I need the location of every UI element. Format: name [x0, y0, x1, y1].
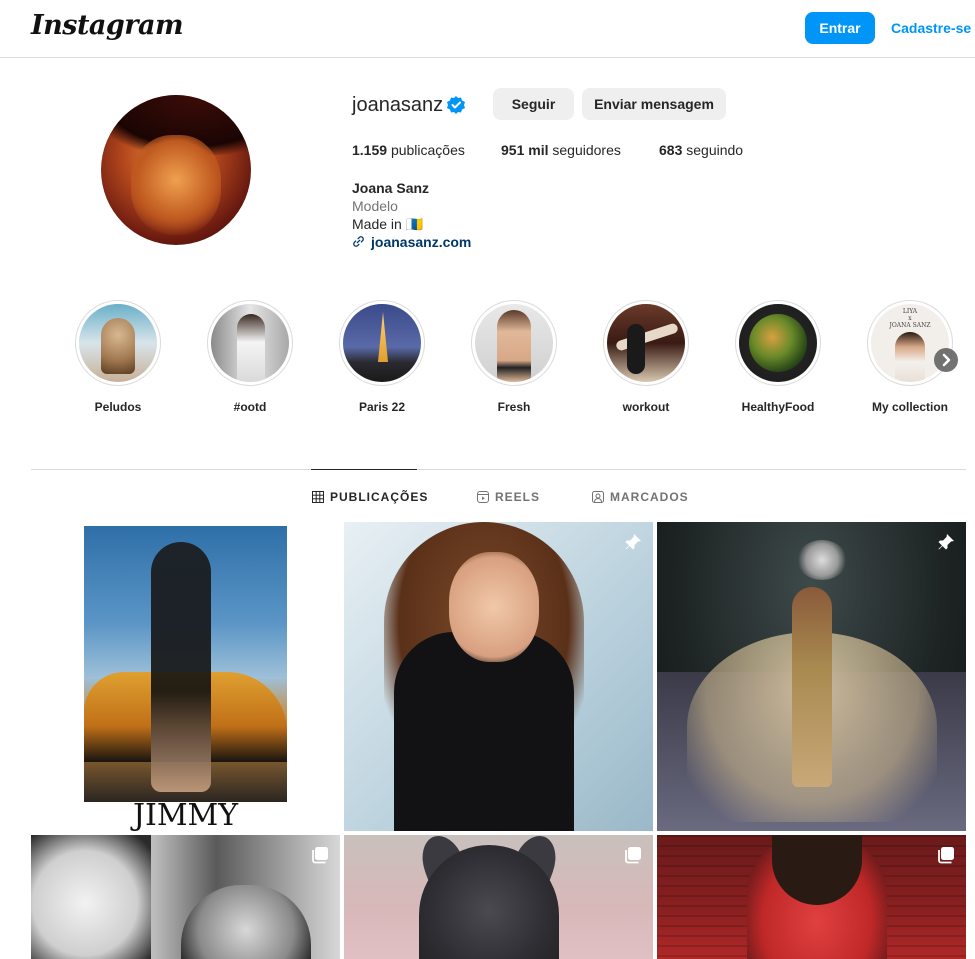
- carousel-icon: [938, 847, 954, 864]
- followers-count: 951 mil: [501, 142, 549, 158]
- highlights-next-button[interactable]: [934, 348, 958, 372]
- following-count-stat[interactable]: 683 seguindo: [659, 142, 743, 158]
- signup-link[interactable]: Cadastre-se: [891, 20, 971, 36]
- highlight-label: workout: [622, 400, 670, 414]
- post-tile[interactable]: [657, 522, 966, 831]
- following-count: 683: [659, 142, 683, 158]
- top-navigation-bar: Instagram Entrar Cadastre-se: [0, 0, 975, 58]
- following-label: seguindo: [686, 142, 744, 158]
- profile-bio: Made in 🇮🇨: [352, 216, 424, 232]
- highlight-cover: [211, 304, 289, 382]
- followers-label: seguidores: [552, 142, 621, 158]
- profile-username: joanasanz: [352, 94, 444, 116]
- posts-count-stat: 1.159 publicações: [352, 142, 465, 158]
- highlight-label: Paris 22: [358, 400, 406, 414]
- posts-count: 1.159: [352, 142, 388, 158]
- highlight-label: My collection: [871, 400, 948, 414]
- pin-icon: [938, 534, 954, 550]
- highlight-cover: [79, 304, 157, 382]
- carousel-icon: [312, 847, 328, 864]
- tab-marcados[interactable]: MARCADOS: [592, 490, 689, 504]
- pin-icon: [625, 534, 641, 550]
- tabs-divider: [31, 469, 966, 470]
- posts-label: publicações: [390, 142, 465, 158]
- profile-website-link[interactable]: joanasanz.com: [352, 234, 471, 250]
- link-icon: [353, 236, 364, 247]
- tab-label: MARCADOS: [610, 490, 689, 504]
- highlight-label: #ootd: [233, 400, 267, 414]
- highlight-peludos[interactable]: Peludos: [75, 300, 161, 414]
- instagram-logo[interactable]: Instagram: [31, 10, 184, 41]
- highlight-cover: [343, 304, 421, 382]
- post-tile[interactable]: [344, 522, 653, 831]
- profile-category: Modelo: [352, 198, 398, 214]
- highlight-healthyfood[interactable]: HealthyFood: [735, 300, 821, 414]
- profile-avatar[interactable]: [101, 95, 251, 245]
- post-tile[interactable]: [657, 835, 966, 959]
- reels-icon: [477, 491, 489, 503]
- highlight-cover: [475, 304, 553, 382]
- tab-label: REELS: [495, 490, 541, 504]
- follow-button[interactable]: Seguir: [493, 88, 574, 120]
- followers-count-stat[interactable]: 951 mil seguidores: [501, 142, 621, 158]
- verified-badge-icon: [447, 96, 465, 114]
- post-brand-text: JIMMY CHOO: [132, 798, 239, 831]
- tab-publicacoes[interactable]: PUBLICAÇÕES: [312, 490, 428, 504]
- highlight-cover: [739, 304, 817, 382]
- grid-icon: [312, 491, 324, 503]
- highlight-paris-22[interactable]: Paris 22: [339, 300, 425, 414]
- profile-website-text: joanasanz.com: [371, 234, 472, 250]
- highlight-label: Fresh: [497, 400, 531, 414]
- login-button[interactable]: Entrar: [805, 12, 875, 44]
- profile-full-name: Joana Sanz: [352, 180, 430, 196]
- highlight-label: HealthyFood: [741, 400, 815, 414]
- highlight-fresh[interactable]: Fresh: [471, 300, 557, 414]
- carousel-icon: [625, 847, 641, 864]
- chevron-right-icon: [942, 353, 951, 367]
- post-tile[interactable]: [31, 835, 340, 959]
- highlight-ootd[interactable]: #ootd: [207, 300, 293, 414]
- post-tile[interactable]: JIMMY CHOO: [31, 522, 340, 831]
- active-tab-indicator: [311, 469, 417, 470]
- tab-reels[interactable]: REELS: [477, 490, 540, 504]
- tagged-icon: [592, 491, 604, 503]
- highlight-label: Peludos: [94, 400, 142, 414]
- highlight-workout[interactable]: workout: [603, 300, 689, 414]
- highlight-cover: [607, 304, 685, 382]
- tab-label: PUBLICAÇÕES: [330, 490, 429, 504]
- post-tile[interactable]: [344, 835, 653, 959]
- send-message-button[interactable]: Enviar mensagem: [582, 88, 726, 120]
